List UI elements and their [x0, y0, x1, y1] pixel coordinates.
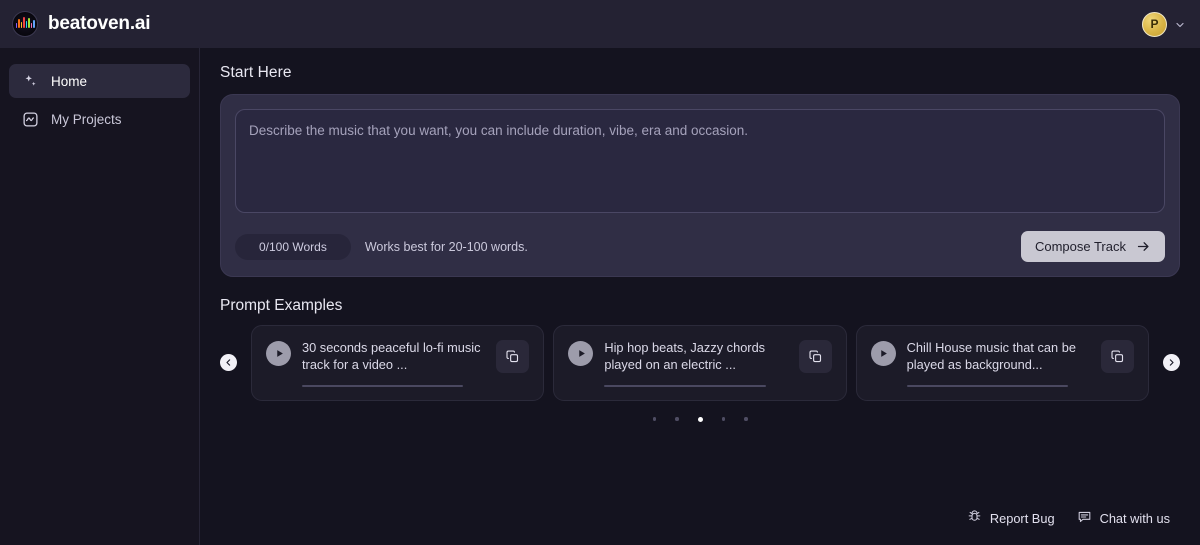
pagination-dot-active[interactable] — [697, 416, 703, 422]
prompt-examples-carousel: 30 seconds peaceful lo-fi music track fo… — [220, 325, 1180, 401]
account-menu[interactable]: P — [1142, 11, 1186, 37]
bug-icon — [967, 509, 982, 527]
compose-panel-footer: 0/100 Words Works best for 20-100 words.… — [235, 231, 1165, 262]
arrow-right-icon — [1136, 239, 1151, 254]
footer-links: Report Bug Chat with us — [967, 509, 1170, 527]
prompt-card-text: 30 seconds peaceful lo-fi music track fo… — [302, 340, 481, 373]
play-icon[interactable] — [568, 341, 594, 366]
sidebar-item-label: My Projects — [51, 111, 122, 127]
prompt-input[interactable] — [235, 109, 1165, 213]
prompt-card-text: Hip hop beats, Jazzy chords played on an… — [604, 340, 766, 373]
prompt-card-body: Hip hop beats, Jazzy chords played on an… — [604, 339, 787, 387]
prompt-card-body: Chill House music that can be played as … — [906, 339, 1090, 387]
track-progress-bar[interactable] — [302, 385, 464, 387]
sidebar-item-label: Home — [51, 73, 88, 89]
report-bug-link[interactable]: Report Bug — [967, 509, 1055, 527]
sparkles-icon — [22, 73, 39, 90]
chevron-right-circle-icon[interactable] — [1163, 354, 1180, 372]
prompt-card-text: Chill House music that can be played as … — [906, 340, 1076, 373]
chat-with-us-link[interactable]: Chat with us — [1077, 509, 1170, 527]
chat-with-us-label: Chat with us — [1099, 510, 1170, 526]
play-icon[interactable] — [266, 341, 291, 366]
word-count-hint: Works best for 20-100 words. — [364, 239, 528, 254]
report-bug-label: Report Bug — [989, 510, 1055, 526]
main-content: Start Here 0/100 Words Works best for 20… — [200, 48, 1200, 545]
brand-logo[interactable]: beatoven.ai — [12, 11, 151, 37]
body-row: Home My Projects Start Here 0/100 Words … — [0, 48, 1200, 545]
chevron-down-icon[interactable] — [1174, 18, 1186, 30]
compose-panel: 0/100 Words Works best for 20-100 words.… — [220, 94, 1180, 277]
prompt-examples-title: Prompt Examples — [220, 297, 343, 314]
pagination-dot[interactable] — [652, 417, 656, 421]
waveform-square-icon — [22, 111, 39, 128]
prompt-cards-list: 30 seconds peaceful lo-fi music track fo… — [237, 325, 1163, 401]
copy-icon[interactable] — [1100, 340, 1134, 373]
track-progress-bar[interactable] — [906, 385, 1068, 387]
prompt-example-card[interactable]: Hip hop beats, Jazzy chords played on an… — [553, 325, 847, 401]
copy-icon[interactable] — [496, 340, 530, 373]
compose-track-label: Compose Track — [1034, 239, 1126, 254]
pagination-dot[interactable] — [744, 417, 748, 421]
sidebar-item-my-projects[interactable]: My Projects — [9, 102, 190, 136]
sidebar-item-home[interactable]: Home — [9, 64, 190, 98]
pagination-dot[interactable] — [675, 417, 679, 421]
page-title: Start Here — [220, 64, 292, 81]
equalizer-logo-icon — [12, 11, 38, 37]
track-progress-bar[interactable] — [604, 385, 766, 387]
avatar[interactable]: P — [1142, 11, 1167, 37]
sidebar: Home My Projects — [0, 48, 200, 545]
word-count-badge: 0/100 Words — [235, 233, 351, 260]
play-icon[interactable] — [870, 341, 896, 366]
prompt-example-card[interactable]: Chill House music that can be played as … — [855, 325, 1149, 401]
chat-bubble-icon — [1077, 509, 1092, 527]
prompt-card-body: 30 seconds peaceful lo-fi music track fo… — [302, 339, 485, 387]
app-root: beatoven.ai P Home My Projects Start Her… — [0, 0, 1200, 545]
prompt-example-card[interactable]: 30 seconds peaceful lo-fi music track fo… — [251, 325, 545, 401]
carousel-pagination — [220, 416, 1180, 422]
compose-track-button[interactable]: Compose Track — [1020, 231, 1165, 262]
word-count-group: 0/100 Words Works best for 20-100 words. — [235, 233, 528, 260]
pagination-dot[interactable] — [721, 417, 725, 421]
top-bar: beatoven.ai P — [0, 0, 1200, 48]
brand-name: beatoven.ai — [48, 13, 151, 34]
chevron-left-circle-icon[interactable] — [220, 354, 237, 372]
copy-icon[interactable] — [798, 340, 832, 373]
